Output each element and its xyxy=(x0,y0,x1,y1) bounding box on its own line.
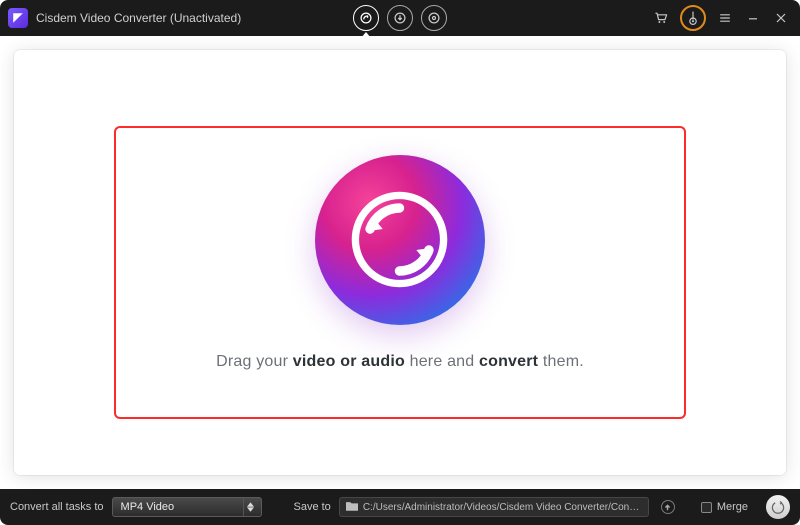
mode-rip-button[interactable] xyxy=(421,5,447,31)
bottombar: Convert all tasks to MP4 Video Save to C… xyxy=(0,489,800,525)
close-button[interactable] xyxy=(772,9,790,27)
window-title: Cisdem Video Converter (Unactivated) xyxy=(36,11,241,25)
app-logo-icon xyxy=(8,8,28,28)
mode-convert-button[interactable] xyxy=(353,5,379,31)
minimize-button[interactable] xyxy=(744,9,762,27)
cart-icon[interactable] xyxy=(652,9,670,27)
merge-checkbox[interactable] xyxy=(701,502,712,513)
output-format-select[interactable]: MP4 Video xyxy=(112,497,262,517)
titlebar: Cisdem Video Converter (Unactivated) xyxy=(0,0,800,36)
title-left: Cisdem Video Converter (Unactivated) xyxy=(8,8,241,28)
gpu-accel-icon[interactable] xyxy=(686,9,700,27)
mode-switcher xyxy=(353,5,447,31)
output-format-value: MP4 Video xyxy=(121,501,175,513)
select-stepper-icon xyxy=(243,498,257,516)
start-convert-button[interactable] xyxy=(766,495,790,519)
merge-option: Merge xyxy=(701,501,748,513)
content-panel: Drag your video or audio here and conver… xyxy=(14,50,786,475)
main-area: Drag your video or audio here and conver… xyxy=(0,36,800,489)
app-window: Cisdem Video Converter (Unactivated) xyxy=(0,0,800,525)
title-right xyxy=(652,5,790,31)
folder-icon xyxy=(346,501,358,514)
merge-label: Merge xyxy=(717,501,748,513)
convert-all-label: Convert all tasks to xyxy=(10,501,104,513)
menu-icon[interactable] xyxy=(716,9,734,27)
save-path-value: C:/Users/Administrator/Videos/Cisdem Vid… xyxy=(363,502,642,513)
open-folder-button[interactable] xyxy=(661,500,675,514)
gpu-accel-highlight xyxy=(680,5,706,31)
tutorial-highlight-box xyxy=(114,126,686,419)
save-to-label: Save to xyxy=(294,501,331,513)
save-path-field[interactable]: C:/Users/Administrator/Videos/Cisdem Vid… xyxy=(339,497,649,517)
mode-download-button[interactable] xyxy=(387,5,413,31)
